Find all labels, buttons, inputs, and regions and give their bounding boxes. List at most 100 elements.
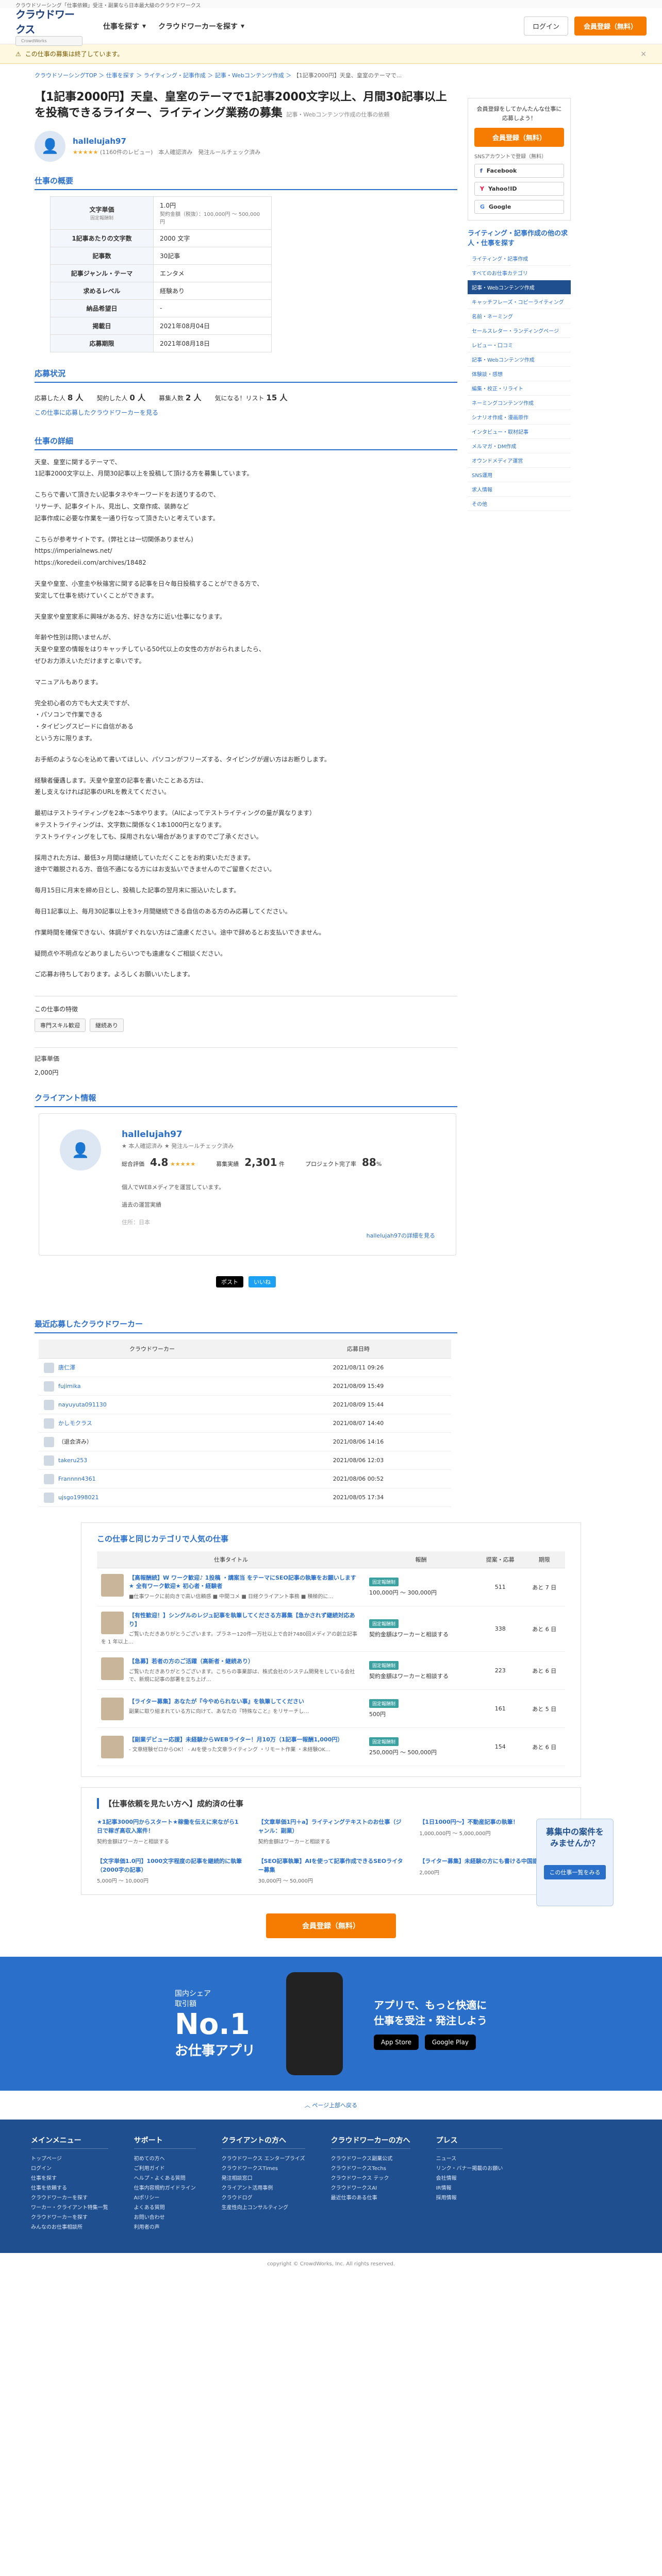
sidebar-category-item[interactable]: すべてのお仕事カテゴリ	[468, 266, 571, 281]
sidebar-category-item[interactable]: 名前・ネーミング	[468, 309, 571, 324]
sidebar-category-item[interactable]: メルマガ・DM作成	[468, 439, 571, 454]
google-signup-button[interactable]: G Google	[474, 200, 564, 214]
sidebar-category-item[interactable]: シナリオ作成・漫画原作	[468, 410, 571, 425]
applicants-link[interactable]: この仕事に応募したクラウドワーカーを見る	[35, 409, 158, 416]
footer-link[interactable]: 採用情報	[436, 2193, 503, 2203]
breadcrumb-item[interactable]: 記事・Webコンテンツ作成	[215, 72, 284, 79]
sidebar-category-item[interactable]: その他	[468, 497, 571, 512]
table-row[interactable]: fujimika 2021/08/09 15:49	[39, 1377, 451, 1396]
related-job-title[interactable]: ★1記事3000円からスタート★稼働を伝えに来ながら1日で稼ぎ高収入案件！	[97, 1818, 243, 1835]
footer-link[interactable]: 仕事を依頼する	[31, 2183, 108, 2193]
related-job-title[interactable]: 【SEO記事執筆】AIを使って記事作成できるSEOライター募集	[258, 1857, 404, 1874]
related-job-item[interactable]: ★1記事3000円からスタート★稼働を伝えに来ながら1日で稼ぎ高収入案件！ 契約金…	[97, 1818, 243, 1845]
job-title[interactable]: 【急募】若者の方のご活躍（高新者・継続あり）	[101, 1657, 361, 1666]
table-row[interactable]: 【急募】若者の方のご活躍（高新者・継続あり） ご覧いただきありがとうございます。こ…	[97, 1651, 565, 1690]
yahoo-signup-button[interactable]: Y Yahoo!ID	[474, 182, 564, 196]
footer-link[interactable]: クラウドログ	[222, 2193, 305, 2203]
table-row[interactable]: nayuyuta091130 2021/08/09 15:44	[39, 1395, 451, 1415]
related-job-item[interactable]: 【文章単価1円＋a】ライティングテキストのお仕事（ジャンル：副業） 契約金額はワー…	[258, 1818, 404, 1845]
nav-find-workers[interactable]: クラウドワーカーを探す ▾	[158, 21, 244, 31]
applicant-name[interactable]: ujsgo1998021	[58, 1494, 98, 1501]
page-top-link[interactable]: ︿ ページ上部へ戻る	[0, 2091, 662, 2120]
table-row[interactable]: （退会済み） 2021/08/06 14:16	[39, 1432, 451, 1452]
footer-link[interactable]: 仕事内容規約ガイドライン	[134, 2183, 196, 2193]
tweet-button[interactable]: ポスト	[216, 1276, 243, 1288]
facebook-signup-button[interactable]: f Facebook	[474, 164, 564, 178]
footer-link[interactable]: クラウドワークスTechs	[331, 2164, 410, 2174]
footer-link[interactable]: ニュース	[436, 2154, 503, 2164]
footer-link[interactable]: クラウドワークスTimes	[222, 2164, 305, 2174]
footer-link[interactable]: クラウドワーカーを探す	[31, 2213, 108, 2223]
table-row[interactable]: Frannnn4361 2021/08/06 00:52	[39, 1469, 451, 1489]
like-button[interactable]: いいね	[249, 1276, 276, 1288]
bottom-signup-button[interactable]: 会員登録（無料）	[266, 1913, 396, 1939]
footer-link[interactable]: クラウドワークスAI	[331, 2183, 410, 2193]
sidebar-category-item[interactable]: 求人情報	[468, 482, 571, 497]
footer-link[interactable]: ログイン	[31, 2164, 108, 2174]
table-row[interactable]: 唐仁澤 2021/08/11 09:26	[39, 1358, 451, 1378]
footer-link[interactable]: クラウドワーカーを探す	[31, 2193, 108, 2203]
sidebar-category-item[interactable]: ネーミングコンテンツ作成	[468, 396, 571, 411]
google-play-button[interactable]: Google Play	[424, 2035, 476, 2050]
login-button[interactable]: ログイン	[523, 16, 568, 36]
applicant-name[interactable]: Frannnn4361	[58, 1476, 96, 1482]
applicant-name[interactable]: nayuyuta091130	[58, 1401, 107, 1408]
footer-link[interactable]: IR情報	[436, 2183, 503, 2193]
table-row[interactable]: 【有性歓迎！】シングルのレジュ記事を執筆してくださる方募集【急かされず継続対応あ…	[97, 1606, 565, 1652]
related-job-title[interactable]: 【文字単価1.0円】1000文字程度の記事を継続的に執筆（2000字の記事）	[97, 1857, 243, 1874]
footer-link[interactable]: ヘルプ・よくある質問	[134, 2174, 196, 2183]
table-row[interactable]: takeru253 2021/08/06 12:03	[39, 1451, 451, 1470]
client-detail-link[interactable]: hallelujah97の詳細を見る	[367, 1232, 435, 1239]
job-title[interactable]: 【高報酬続】W ワーク歓迎♪ 1投稿 ・講案当 をテーマにSEO記事の執筆をお願…	[101, 1574, 361, 1591]
footer-link[interactable]: トップページ	[31, 2154, 108, 2164]
sidebar-category-item[interactable]: 記事・Webコンテンツ作成	[468, 280, 571, 295]
footer-link[interactable]: リンク・バナー掲載のお願い	[436, 2164, 503, 2174]
table-row[interactable]: 【副業デビュー応援】未経験からWEBライター！月10万（1記事一報酬1,000円…	[97, 1727, 565, 1767]
footer-link[interactable]: 発注相談窓口	[222, 2174, 305, 2183]
sidebar-category-item[interactable]: ライティング・記事作成	[468, 251, 571, 266]
footer-link[interactable]: ワーカー・クライアント特集一覧	[31, 2203, 108, 2213]
job-title[interactable]: 【ライター募集】あなたが『今やめられない事』を執筆してください	[101, 1698, 361, 1706]
sidebar-category-item[interactable]: キャッチフレーズ・コピーライティング	[468, 295, 571, 310]
close-icon[interactable]: ×	[640, 50, 647, 58]
footer-link[interactable]: お問い合わせ	[134, 2213, 196, 2223]
breadcrumb-item[interactable]: ライティング・記事作成	[144, 72, 206, 79]
rating-count[interactable]: (1160件のレビュー)	[100, 149, 153, 156]
app-store-button[interactable]: App Store	[374, 2035, 419, 2050]
sidebar-category-item[interactable]: 記事・Webコンテンツ作成	[468, 352, 571, 367]
related-job-item[interactable]: 【文字単価1.0円】1000文字程度の記事を継続的に執筆（2000字の記事） 5,…	[97, 1857, 243, 1884]
applicant-name[interactable]: かしモクラス	[58, 1420, 92, 1427]
signup-button[interactable]: 会員登録（無料）	[574, 16, 647, 36]
table-row[interactable]: ujsgo1998021 2021/08/05 17:34	[39, 1488, 451, 1507]
title-category[interactable]: 記事・Webコンテンツ作成の仕事の依頼	[286, 111, 389, 118]
table-row[interactable]: 【高報酬続】W ワーク歓迎♪ 1投稿 ・講案当 をテーマにSEO記事の執筆をお願…	[97, 1568, 565, 1607]
footer-link[interactable]: クラウドワークス テック	[331, 2174, 410, 2183]
footer-link[interactable]: 初めての方へ	[134, 2154, 196, 2164]
footer-link[interactable]: みんなのお仕事相談所	[31, 2223, 108, 2232]
footer-link[interactable]: クラウドワークス エンタープライズ	[222, 2154, 305, 2164]
footer-link[interactable]: 生産性向上コンサルティング	[222, 2203, 305, 2213]
site-logo[interactable]: クラウドワークス CrowdWorks	[15, 8, 82, 46]
sidebar-category-item[interactable]: インタビュー・取材記事	[468, 425, 571, 439]
footer-link[interactable]: ご利用ガイド	[134, 2164, 196, 2174]
sidebar-signup-button[interactable]: 会員登録（無料）	[474, 128, 564, 147]
footer-link[interactable]: AIポリシー	[134, 2193, 196, 2203]
client-name[interactable]: hallelujah97	[122, 1129, 382, 1140]
job-title[interactable]: 【副業デビュー応援】未経験からWEBライター！月10万（1記事一報酬1,000円…	[101, 1736, 361, 1744]
footer-link[interactable]: クラウドワークス副業公式	[331, 2154, 410, 2164]
avatar[interactable]: 👤	[60, 1129, 101, 1171]
sidebar-category-item[interactable]: 体験談・感想	[468, 367, 571, 382]
table-row[interactable]: かしモクラス 2021/08/07 14:40	[39, 1414, 451, 1433]
sidebar-category-item[interactable]: レビュー・口コミ	[468, 338, 571, 353]
footer-link[interactable]: 利用者の声	[134, 2223, 196, 2232]
breadcrumb-item[interactable]: 仕事を探す	[106, 72, 135, 79]
client-name[interactable]: hallelujah97	[73, 137, 260, 146]
table-row[interactable]: 【ライター募集】あなたが『今やめられない事』を執筆してください 副業に取り組まれて…	[97, 1689, 565, 1728]
sidebar-category-item[interactable]: セールスレター・ランディングページ	[468, 324, 571, 338]
related-job-title[interactable]: 【文章単価1円＋a】ライティングテキストのお仕事（ジャンル：副業）	[258, 1818, 404, 1835]
nav-find-jobs[interactable]: 仕事を探す ▾	[103, 21, 146, 31]
breadcrumb-item[interactable]: クラウドソーシングTOP	[35, 72, 97, 79]
floating-cta-button[interactable]: この仕事一覧をみる	[544, 1865, 606, 1879]
job-title[interactable]: 【有性歓迎！】シングルのレジュ記事を執筆してくださる方募集【急かされず継続対応あ…	[101, 1612, 361, 1629]
footer-link[interactable]: 会社情報	[436, 2174, 503, 2183]
